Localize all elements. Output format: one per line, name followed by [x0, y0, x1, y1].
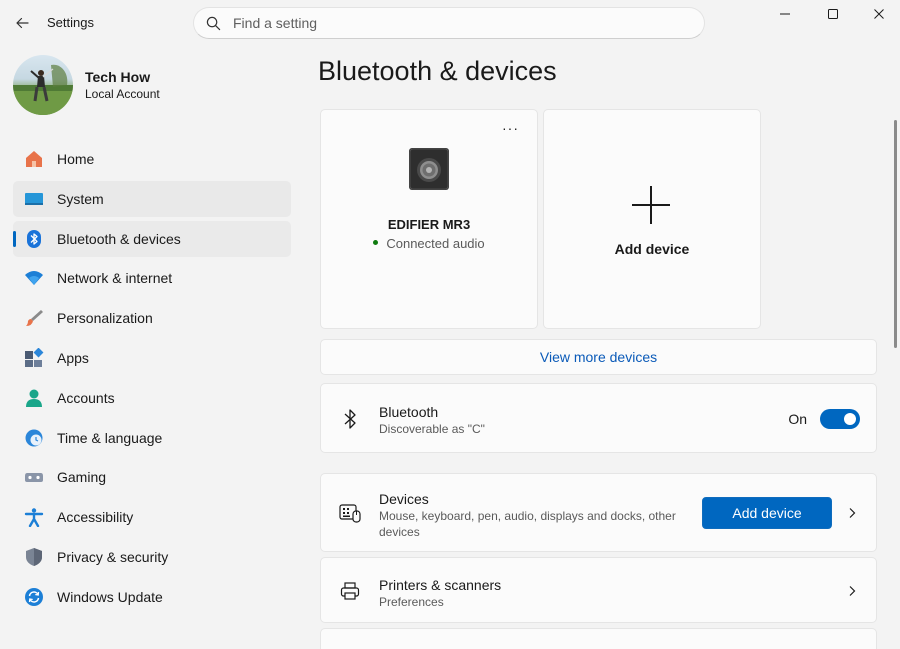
sidebar-item-windows-update[interactable]: Windows Update	[13, 579, 291, 615]
bluetooth-symbol-icon	[339, 408, 361, 430]
selection-indicator	[13, 230, 16, 247]
maximize-icon	[828, 9, 838, 19]
devices-title: Devices	[379, 491, 429, 507]
wifi-icon	[23, 267, 45, 289]
chevron-right-icon	[849, 508, 856, 518]
sidebar-item-label: Apps	[57, 349, 89, 366]
update-icon	[23, 586, 45, 608]
minimize-button[interactable]	[765, 2, 805, 26]
bluetooth-icon	[23, 228, 45, 250]
person-icon	[23, 387, 45, 409]
golfer-photo	[13, 64, 73, 115]
search-input[interactable]	[233, 15, 673, 31]
view-more-devices-label: View more devices	[539, 349, 658, 365]
account-type: Local Account	[85, 87, 160, 101]
sidebar-item-bluetooth[interactable]: Bluetooth & devices	[13, 220, 291, 257]
sidebar-item-label: Accounts	[57, 389, 115, 406]
connected-dot-icon	[373, 240, 379, 246]
minimize-icon	[780, 13, 790, 15]
sidebar-item-label: Network & internet	[57, 270, 173, 287]
sidebar-item-label: Accessibility	[57, 509, 134, 526]
back-button[interactable]	[10, 11, 34, 35]
accessibility-icon	[23, 506, 45, 528]
sidebar-item-time-language[interactable]: Time & language	[13, 420, 291, 456]
sidebar-item-label: Bluetooth & devices	[57, 230, 181, 247]
sidebar-item-gaming[interactable]: Gaming	[13, 459, 291, 495]
page-title: Bluetooth & devices	[318, 56, 557, 86]
device-name: EDIFIER MR3	[387, 217, 471, 232]
brush-icon	[23, 307, 45, 329]
bluetooth-state-label: On	[788, 411, 807, 427]
sidebar-item-apps[interactable]: Apps	[13, 340, 291, 376]
sidebar-item-accounts[interactable]: Accounts	[13, 380, 291, 416]
sidebar-item-system[interactable]: System	[13, 180, 291, 217]
next-setting-row[interactable]	[320, 628, 877, 649]
sidebar-item-label: Windows Update	[57, 588, 163, 605]
more-options-button[interactable]: ···	[502, 120, 519, 136]
sidebar-item-label: Personalization	[57, 310, 153, 327]
sidebar-item-home[interactable]: Home	[13, 141, 291, 177]
home-icon	[23, 148, 45, 170]
search-icon	[206, 16, 221, 30]
speaker-icon	[409, 148, 449, 190]
scrollbar-thumb[interactable]	[894, 120, 897, 348]
title-bar: Settings	[0, 0, 900, 46]
printer-icon	[339, 580, 361, 602]
printers-subtitle: Preferences	[379, 595, 444, 609]
bluetooth-setting-row: Bluetooth Discoverable as "C" On	[320, 383, 877, 453]
shield-icon	[23, 546, 45, 568]
bluetooth-toggle[interactable]	[820, 409, 860, 429]
devices-setting-row[interactable]: Devices Mouse, keyboard, pen, audio, dis…	[320, 473, 877, 552]
toggle-knob	[844, 413, 856, 425]
view-more-devices-link[interactable]: View more devices	[320, 339, 877, 375]
app-title: Settings	[47, 15, 94, 30]
add-device-button[interactable]: Add device	[702, 497, 832, 529]
sidebar-item-network[interactable]: Network & internet	[13, 260, 291, 296]
add-device-card[interactable]: Add device	[543, 109, 761, 329]
sidebar-item-label: Gaming	[57, 469, 107, 486]
apps-icon	[23, 347, 45, 369]
sidebar-item-label: Time & language	[57, 429, 163, 446]
device-status: Connected audio	[321, 236, 537, 251]
sidebar-item-privacy[interactable]: Privacy & security	[13, 539, 291, 575]
chevron-right-icon	[849, 586, 856, 596]
sidebar-item-label: Home	[57, 151, 95, 167]
bluetooth-title: Bluetooth	[379, 404, 439, 420]
sidebar-nav: Home System Bluetooth & devices Network …	[13, 141, 291, 619]
system-icon	[23, 188, 45, 210]
printers-title: Printers & scanners	[379, 577, 502, 593]
back-arrow-icon	[16, 17, 29, 29]
sidebar-item-label: Privacy & security	[57, 548, 169, 565]
avatar	[13, 55, 73, 115]
search-box[interactable]	[193, 7, 705, 39]
close-icon	[874, 9, 884, 19]
sidebar-item-label: System	[57, 190, 104, 207]
keyboard-mouse-icon	[339, 502, 361, 524]
device-status-text: Connected audio	[386, 236, 485, 251]
sidebar-item-accessibility[interactable]: Accessibility	[13, 499, 291, 535]
user-profile[interactable]: Tech How Local Account	[12, 54, 292, 115]
add-device-label: Add device	[614, 241, 690, 257]
gamepad-icon	[23, 466, 45, 488]
devices-subtitle: Mouse, keyboard, pen, audio, displays an…	[379, 509, 676, 539]
maximize-button[interactable]	[813, 2, 853, 26]
sidebar-item-personalization[interactable]: Personalization	[13, 300, 291, 336]
globe-clock-icon	[23, 427, 45, 449]
bluetooth-subtitle: Discoverable as "C"	[379, 422, 485, 436]
printers-scanners-row[interactable]: Printers & scanners Preferences	[320, 557, 877, 623]
device-card-edifier[interactable]: ··· EDIFIER MR3 Connected audio	[320, 109, 538, 329]
user-name: Tech How	[85, 69, 151, 85]
close-button[interactable]	[859, 2, 899, 26]
plus-icon	[632, 186, 670, 224]
